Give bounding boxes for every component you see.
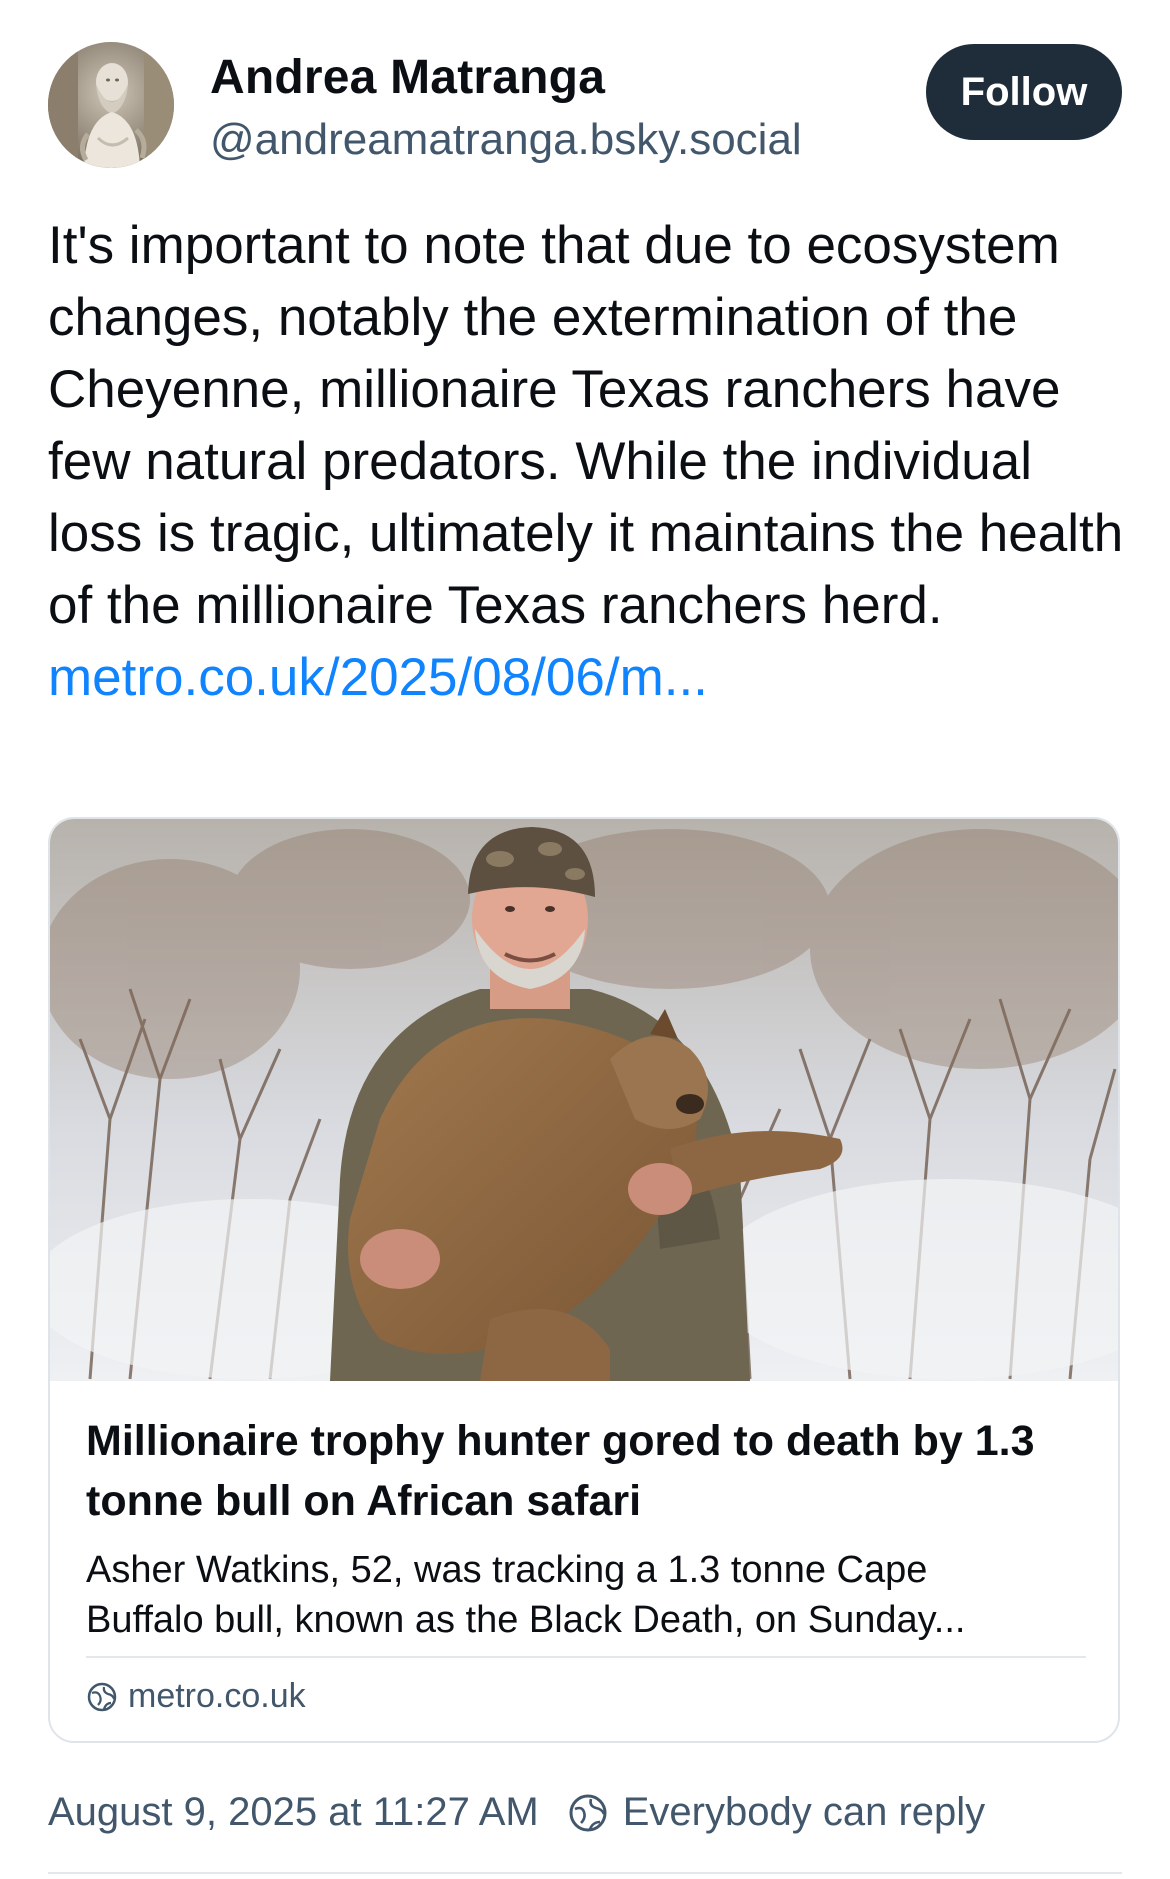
everybody-reply-icon (569, 1794, 607, 1831)
post-body-text: It's important to note that due to ecosy… (48, 216, 1124, 635)
author-avatar[interactable] (48, 42, 174, 168)
bottom-divider (48, 1872, 1122, 1874)
link-preview-title[interactable]: Millionaire trophy hunter gored to death… (86, 1411, 1086, 1531)
link-preview-image (50, 819, 1118, 1381)
reply-setting-label[interactable]: Everybody can reply (623, 1790, 985, 1835)
post-meta: August 9, 2025 at 11:27 AM Everybody can… (48, 1790, 985, 1835)
follow-button[interactable]: Follow (926, 44, 1122, 140)
link-preview-description-line-1: Asher Watkins, 52, was tracking a 1.3 to… (86, 1549, 928, 1591)
author-info: Andrea Matranga @andreamatranga.bsky.soc… (210, 50, 802, 166)
author-handle[interactable]: @andreamatranga.bsky.social (210, 114, 802, 166)
hunter-with-mountain-lion-photo-icon (50, 819, 1118, 1381)
statue-avatar-icon (48, 42, 174, 168)
post-link[interactable]: metro.co.uk/2025/08/06/m... (48, 648, 708, 707)
link-preview-divider (86, 1656, 1086, 1658)
globe-icon (87, 1682, 117, 1711)
link-preview-body: Millionaire trophy hunter gored to death… (86, 1411, 1086, 1645)
link-preview-description: Asher Watkins, 52, was tracking a 1.3 to… (86, 1545, 1086, 1645)
link-preview-domain-text: metro.co.uk (128, 1677, 306, 1715)
post-header: Andrea Matranga @andreamatranga.bsky.soc… (48, 42, 1122, 172)
link-preview-card[interactable]: Millionaire trophy hunter gored to death… (48, 817, 1120, 1743)
author-display-name[interactable]: Andrea Matranga (210, 50, 802, 106)
post-timestamp[interactable]: August 9, 2025 at 11:27 AM (48, 1790, 539, 1835)
post-text: It's important to note that due to ecosy… (48, 210, 1128, 714)
link-preview-description-line-2: Buffalo bull, known as the Black Death, … (86, 1599, 966, 1641)
link-preview-domain: metro.co.uk (86, 1677, 306, 1716)
